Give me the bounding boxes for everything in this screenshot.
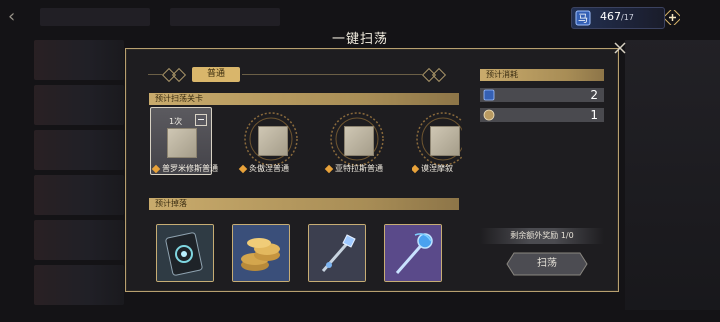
stamina-currency: 马 467/17	[571, 7, 680, 29]
drops-header: 预计掉落	[149, 198, 459, 210]
stage-thumbnail	[167, 128, 197, 158]
cost-row: 1	[480, 108, 604, 122]
blue-staff-icon	[385, 225, 441, 281]
background-tab	[40, 8, 150, 26]
sweep-token-icon	[483, 109, 495, 121]
cost-row: 2	[480, 88, 604, 102]
background-side-panel	[625, 40, 720, 310]
stage-thumbnail	[258, 126, 288, 156]
dark-card-item-icon	[157, 225, 213, 281]
drop-item[interactable]	[308, 224, 366, 282]
currency-max: /17	[621, 13, 634, 22]
back-arrow-icon: ‹	[8, 6, 16, 27]
ornament-diamond-icon	[431, 67, 447, 83]
stage-label: 谟涅摩叙	[412, 163, 462, 174]
background-list-item	[34, 220, 124, 260]
ornament-diamond-icon	[171, 67, 187, 83]
cost-value: 2	[590, 88, 598, 102]
add-currency-button[interactable]	[665, 10, 680, 25]
drop-item[interactable]	[232, 224, 290, 282]
tab-normal[interactable]: 普通	[192, 67, 240, 82]
stamina-ticket-icon	[483, 89, 495, 101]
svg-text:马: 马	[578, 13, 588, 25]
drop-item[interactable]	[156, 224, 214, 282]
extra-reward-text: 剩余额外奖励 1/0	[480, 228, 604, 244]
stages-header: 预计扫荡关卡	[149, 93, 459, 105]
diamond-icon	[412, 164, 420, 173]
close-icon[interactable]	[612, 40, 628, 56]
gold-coins-icon	[233, 225, 289, 281]
stage-thumbnail	[344, 126, 374, 156]
diamond-icon	[151, 164, 161, 173]
cost-header: 预计消耗	[480, 69, 604, 81]
stage-label: 灸傲涅普通	[238, 163, 289, 174]
diamond-icon	[324, 164, 334, 173]
crystal-staff-icon	[309, 225, 365, 281]
stamina-ticket-icon: 马	[575, 10, 591, 26]
sweep-button[interactable]: 扫荡	[506, 252, 588, 276]
stage-card[interactable]	[240, 108, 302, 170]
drop-item[interactable]	[384, 224, 442, 282]
sweep-button-label: 扫荡	[537, 258, 557, 269]
cost-value: 1	[590, 108, 598, 122]
stage-label: 普罗米修斯普通	[151, 163, 218, 174]
background-tab	[170, 8, 280, 26]
diamond-icon	[238, 164, 248, 173]
stage-card[interactable]	[412, 108, 462, 170]
background-list-item	[34, 130, 124, 170]
decrease-count-button[interactable]	[195, 114, 207, 126]
currency-value: 467	[600, 10, 621, 23]
background-list-item	[34, 175, 124, 215]
stage-card[interactable]	[326, 108, 388, 170]
stage-thumbnail	[430, 126, 460, 156]
background-list-item	[34, 265, 124, 305]
background-list-item	[34, 85, 124, 125]
sweep-count: 1次	[169, 117, 183, 126]
stage-label: 亚特拉斯普通	[324, 163, 383, 174]
